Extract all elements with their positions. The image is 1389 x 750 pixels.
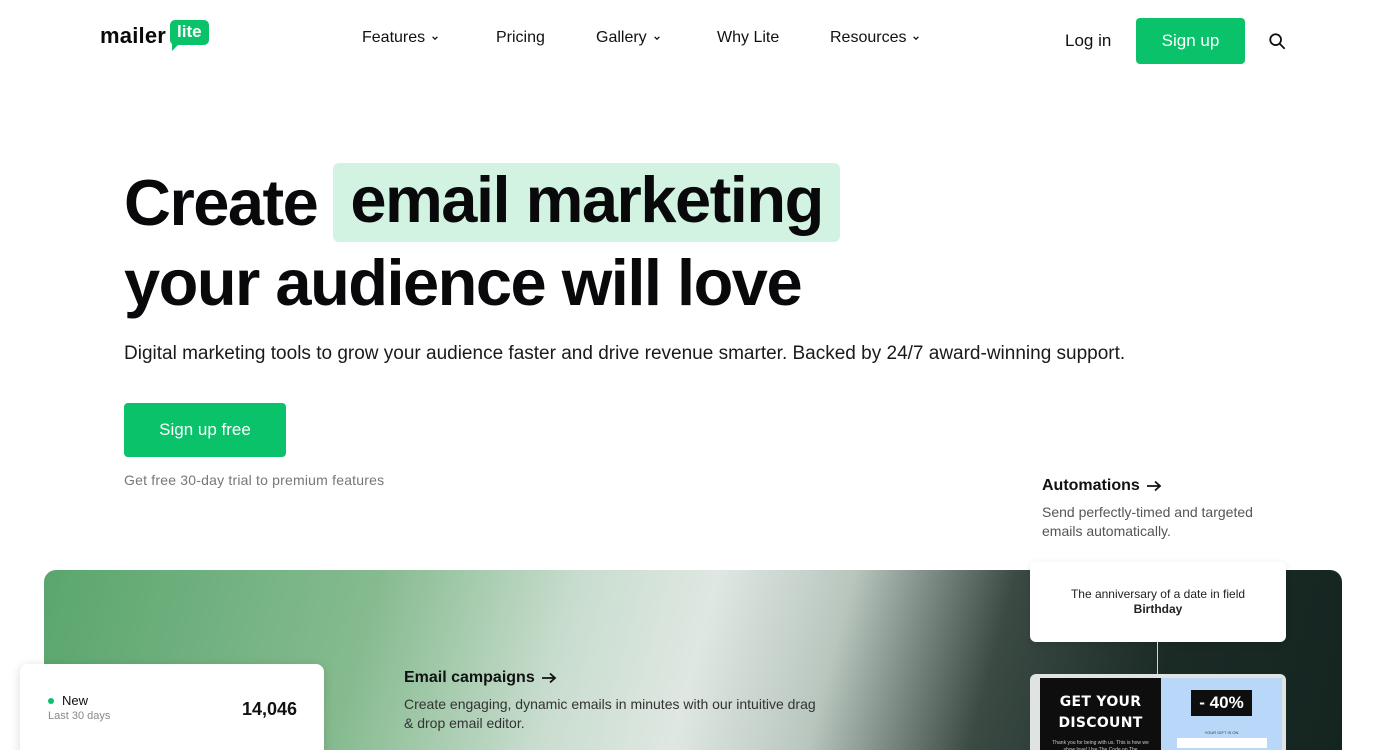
chevron-down-icon — [432, 36, 438, 41]
automations-link[interactable]: Automations — [1042, 477, 1162, 495]
signup-free-button[interactable]: Sign up free — [124, 403, 286, 457]
email-campaigns-title: Email campaigns — [404, 669, 535, 686]
email-campaigns-description: Create engaging, dynamic emails in minut… — [404, 696, 816, 731]
menu-item-why-lite[interactable]: Why Lite — [717, 29, 830, 47]
email-gift-text: YOUR GIFT IS ON — [1204, 730, 1239, 735]
status-dot-icon — [48, 698, 54, 704]
hero-headline-line2: your audience will love — [124, 246, 803, 319]
signup-button[interactable]: Sign up — [1136, 18, 1245, 64]
menu-item-label: Gallery — [596, 29, 647, 46]
stat-label: New — [62, 693, 89, 708]
chevron-down-icon — [913, 36, 920, 41]
hero-highlight: email marketing — [333, 162, 840, 242]
menu-item-gallery[interactable]: Gallery — [596, 29, 717, 47]
stat-period: Last 30 days — [48, 710, 111, 722]
email-headline-1: GET YOUR — [1059, 694, 1142, 710]
arrow-right-icon — [1146, 480, 1162, 492]
menu-item-label: Pricing — [496, 29, 545, 46]
email-preview: GET YOUR DISCOUNT Thank you for being wi… — [1030, 674, 1286, 750]
automations-description: Send perfectly-timed and targeted emails… — [1042, 504, 1253, 539]
email-campaigns-link[interactable]: Email campaigns — [404, 669, 557, 687]
login-link[interactable]: Log in — [1065, 31, 1111, 51]
mailerlite-logo[interactable]: mailer lite — [100, 20, 209, 51]
hero-word-create: Create — [124, 165, 319, 239]
trigger-field: Birthday — [1133, 602, 1183, 616]
search-icon[interactable] — [1268, 32, 1286, 50]
top-navigation: mailer lite Features Pricing Gallery Why… — [0, 0, 1389, 82]
automation-trigger-card: The anniversary of a date in field Birth… — [1030, 562, 1286, 642]
subscriber-stat-card: New Last 30 days 14,046 — [20, 664, 324, 750]
stat-value: 14,046 — [241, 699, 297, 719]
menu-item-resources[interactable]: Resources — [830, 29, 920, 47]
menu-item-label: Features — [362, 29, 426, 46]
hero-headline-line1: Create email marketing — [124, 162, 840, 242]
workflow-connector — [1157, 642, 1158, 674]
menu-item-label: Why Lite — [717, 29, 780, 46]
trigger-text-wrap: The anniversary of a date in field Birth… — [1060, 587, 1256, 617]
email-preview-right: - 40% YOUR GIFT IS ON — [1161, 678, 1282, 750]
email-preview-left: GET YOUR DISCOUNT Thank you for being wi… — [1040, 678, 1161, 750]
automations-title: Automations — [1042, 477, 1140, 494]
logo-badge: lite — [170, 20, 209, 51]
trigger-text: The anniversary of a date in field — [1070, 587, 1246, 601]
main-menu: Features Pricing Gallery Why Lite Resour… — [362, 29, 920, 47]
email-code-box — [1176, 738, 1267, 748]
logo-word: mailer — [100, 23, 167, 48]
email-discount-badge: - 40% — [1191, 690, 1252, 716]
menu-item-features[interactable]: Features — [362, 29, 496, 47]
menu-item-label: Resources — [830, 29, 907, 46]
chevron-down-icon — [653, 36, 660, 41]
email-headline-2: DISCOUNT — [1058, 715, 1143, 731]
hero-subtitle: Digital marketing tools to grow your aud… — [124, 343, 1126, 364]
menu-item-pricing[interactable]: Pricing — [496, 29, 596, 47]
trial-note: Get free 30-day trial to premium feature… — [124, 472, 385, 488]
arrow-right-icon — [541, 672, 557, 684]
email-body-text: Thank you for being with us. This is how… — [1052, 740, 1149, 750]
